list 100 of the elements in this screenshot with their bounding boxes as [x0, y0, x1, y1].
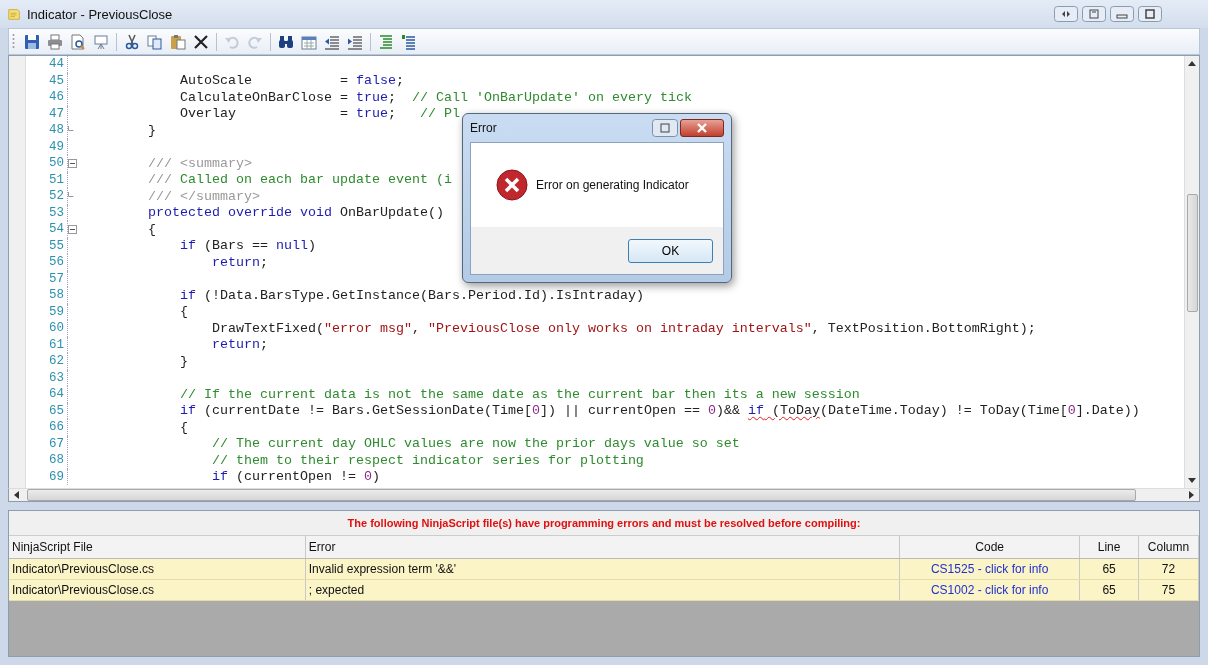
column-header[interactable]: Error: [305, 536, 901, 558]
line-number: 51: [48, 172, 64, 187]
indent-icon[interactable]: [347, 33, 363, 50]
code-line: // them to their respect indicator series for plotting: [210, 452, 644, 468]
error-icon: [496, 169, 528, 201]
line-number: 62: [48, 354, 64, 369]
close-icon: [697, 123, 707, 133]
code-line: {: [147, 221, 156, 237]
code-line: {: [178, 419, 188, 435]
line-number: 52: [48, 189, 64, 204]
code-line: if (!Data.BarsType.GetInstance(Bars.Period.Id).IsIntraday): [178, 287, 644, 303]
delete-icon[interactable]: [193, 33, 209, 50]
window-title: Indicator - PreviousClose: [27, 6, 173, 22]
column-header[interactable]: Line: [1080, 536, 1140, 558]
paste-icon[interactable]: [170, 33, 186, 50]
restore-icon[interactable]: [652, 119, 678, 137]
table-cell: 65: [1080, 580, 1140, 600]
line-number: 69: [48, 469, 64, 484]
line-number: 46: [48, 90, 64, 105]
line-number: 66: [48, 420, 64, 435]
column-header[interactable]: NinjaScript File: [9, 536, 306, 558]
line-number: 49: [48, 139, 64, 154]
table-cell: 65: [1080, 559, 1140, 579]
ok-button[interactable]: OK: [628, 238, 713, 263]
table-cell: 75: [1139, 580, 1199, 600]
line-number: 50: [48, 156, 64, 171]
printer-icon[interactable]: [47, 33, 63, 50]
column-header[interactable]: Code: [900, 536, 1081, 558]
column-header[interactable]: Column: [1139, 536, 1199, 558]
line-number: 60: [48, 321, 64, 336]
table-cell: Indicator\PreviousClose.cs: [9, 559, 306, 579]
table-cell: 72: [1139, 559, 1199, 579]
maximize-icon[interactable]: [1138, 6, 1162, 22]
horizontal-scrollbar[interactable]: [8, 488, 1200, 502]
calendar-icon[interactable]: [301, 33, 317, 50]
comment-lines-icon[interactable]: [378, 33, 394, 50]
toolbar-grip-icon[interactable]: [12, 32, 15, 51]
code-line: /// Called on each bar update event (i: [147, 172, 452, 188]
line-number: 44: [48, 57, 64, 72]
minimize-icon[interactable]: [1110, 6, 1134, 22]
line-number: 53: [48, 205, 64, 220]
code-line: CalculateOnBarClose = true; // Call 'OnBarUpdate' on every tick: [178, 89, 692, 105]
code-line: if (currentDate != Bars.GetSessionDate(Time[0]) || currentOpen == 0)&& if (ToDay(DateTime.Today) != ToDay(Time[0].Date)): [178, 403, 1140, 419]
line-number: 67: [48, 436, 64, 451]
table-cell: Indicator\PreviousClose.cs: [9, 580, 306, 600]
line-number: 61: [48, 337, 64, 352]
collapse-icon[interactable]: [68, 224, 77, 234]
uncomment-lines-icon[interactable]: [401, 33, 417, 50]
line-number: 58: [48, 288, 64, 303]
scroll-thumb[interactable]: [1186, 194, 1198, 312]
code-line: // The current day OHLC values are now the prior days value so set: [210, 436, 740, 452]
line-number: 48: [48, 123, 64, 138]
code-line: if (currentOpen != 0): [210, 469, 380, 485]
dialog-title: Error: [470, 121, 497, 135]
scroll-left-icon[interactable]: [14, 491, 19, 499]
scroll-up-icon[interactable]: [1188, 61, 1196, 66]
scroll-down-icon[interactable]: [1188, 478, 1196, 483]
line-number: 55: [48, 238, 64, 253]
code-line: /// </summary>: [147, 188, 260, 204]
line-number: 47: [48, 106, 64, 121]
vertical-scrollbar[interactable]: [1184, 56, 1199, 488]
line-number: 56: [48, 255, 64, 270]
scroll-right-icon[interactable]: [1189, 491, 1194, 499]
collapse-icon[interactable]: [68, 158, 77, 168]
line-number: 59: [48, 304, 64, 319]
table-cell: ; expected: [305, 580, 901, 600]
line-number: 68: [48, 453, 64, 468]
binoculars-icon[interactable]: [278, 33, 294, 50]
code-line: /// <summary>: [147, 155, 252, 171]
error-heading: The following NinjaScript file(s) have programming errors and must be resolved before compiling:: [9, 511, 1199, 535]
code-line: return;: [210, 254, 268, 270]
code-line: // If the current data is not the same date as the current bar then its a new session: [178, 386, 860, 402]
line-number: 63: [48, 370, 64, 385]
line-number: 65: [48, 403, 64, 418]
line-number: 45: [48, 73, 64, 88]
code-line: Overlay = true; // Pl: [178, 106, 460, 122]
easel-icon[interactable]: [93, 33, 109, 50]
code-line: protected override void OnBarUpdate(): [147, 205, 444, 221]
line-number: 64: [48, 387, 64, 402]
code-line: DrawTextFixed("error msg", "PreviousClose only works on intraday intervals", TextPosition.BottomRight);: [210, 320, 1036, 336]
outdent-icon[interactable]: [324, 33, 340, 50]
code-line: {: [178, 304, 188, 320]
code-line: return;: [210, 337, 268, 353]
scroll-thumb[interactable]: [27, 489, 1136, 501]
line-number: 54: [48, 222, 64, 237]
dialog-message: Error on generating Indicator: [536, 178, 689, 192]
scissors-icon[interactable]: [124, 33, 140, 50]
table-cell: Invalid expression term '&&': [305, 559, 901, 579]
page-magnifier-icon[interactable]: [70, 33, 86, 50]
close-button[interactable]: [680, 119, 724, 137]
dock-icon[interactable]: [1054, 6, 1078, 22]
line-number: 57: [48, 271, 64, 286]
info-link[interactable]: CS1525 - click for info: [930, 562, 1049, 576]
info-link[interactable]: CS1002 - click for info: [930, 583, 1049, 597]
code-line: AutoScale = false;: [178, 73, 404, 89]
copy-icon[interactable]: [147, 33, 163, 50]
code-line: if (Bars == null): [178, 238, 316, 254]
code-line: }: [147, 122, 156, 138]
note-icon: [7, 7, 21, 21]
code-line: }: [178, 353, 188, 369]
